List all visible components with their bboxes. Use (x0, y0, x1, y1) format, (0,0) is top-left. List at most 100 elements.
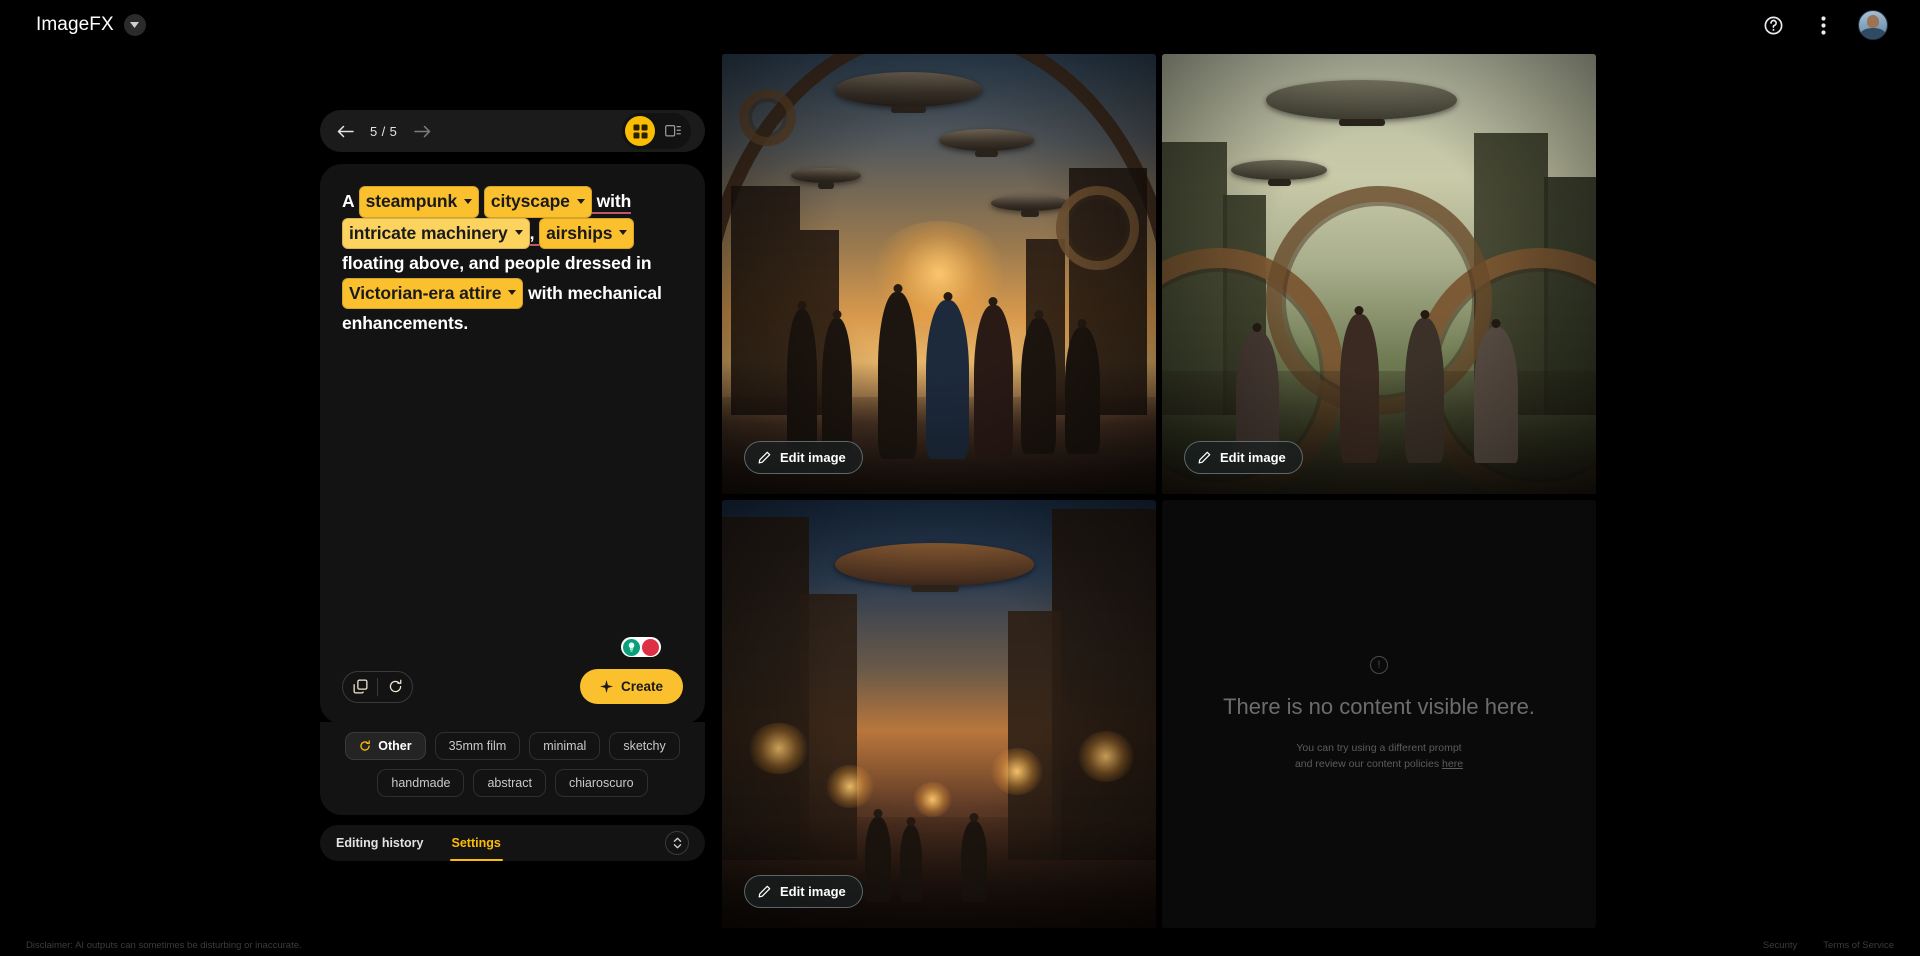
view-toggle-group (622, 113, 691, 149)
prompt-plain-8: floating above, and people dressed in (342, 253, 652, 273)
bottom-tab-bar: Editing history Settings (320, 825, 705, 861)
prompt-chip-victorian-era-attire[interactable]: Victorian-era attire (342, 277, 524, 309)
tab-settings[interactable]: Settings (449, 825, 504, 861)
content-policies-link[interactable]: here (1442, 758, 1463, 770)
help-circle-icon[interactable] (1758, 10, 1788, 40)
sparkle-icon (599, 680, 613, 693)
pencil-icon (758, 885, 771, 898)
style-chip-label: sketchy (623, 739, 666, 753)
chip-label: Victorian-era attire (349, 282, 502, 303)
style-chip-abstract[interactable]: abstract (473, 769, 546, 797)
edit-image-label: Edit image (780, 884, 846, 899)
chip-label: cityscape (490, 191, 570, 211)
pencil-icon (758, 451, 771, 464)
blob-icon (642, 638, 659, 656)
arrow-right-icon[interactable] (411, 120, 433, 142)
alert-circle-icon: ! (1370, 656, 1388, 674)
footer-links: Security Terms of Service (1763, 940, 1894, 951)
expand-collapse-icon[interactable] (665, 831, 689, 855)
style-chip-other[interactable]: Other (345, 732, 426, 760)
style-chip-label: handmade (391, 776, 451, 790)
chevron-down-icon[interactable] (464, 198, 473, 204)
gallery-tile-4-empty: ! There is no content visible here. You … (1162, 500, 1596, 928)
avatar[interactable] (1858, 10, 1888, 40)
prompt-counter: 5 / 5 (370, 123, 398, 139)
chevron-down-icon[interactable] (619, 230, 628, 236)
vignette (722, 54, 1156, 494)
style-chip-handmade[interactable]: handmade (377, 769, 465, 797)
prompt-text[interactable]: A steampunk cityscape with intricate mac… (342, 186, 683, 338)
copy-icon[interactable] (343, 672, 377, 702)
chevron-down-icon[interactable] (514, 230, 523, 236)
imagefx-app: ImageFX 5 / 5 A steampunk cityscape with… (0, 0, 1920, 956)
empty-state-line2: and review our content policies (1294, 758, 1443, 770)
prompt-plain-6: , (529, 222, 540, 246)
prompt-chip-cityscape[interactable]: cityscape (483, 186, 592, 218)
more-vertical-icon[interactable] (1808, 10, 1838, 40)
chevron-down-icon[interactable] (576, 198, 585, 204)
brand[interactable]: ImageFX (36, 14, 146, 36)
edit-image-label: Edit image (1220, 450, 1286, 465)
prompt-nav-bar: 5 / 5 (320, 110, 705, 152)
chip-label: steampunk (365, 191, 458, 211)
empty-state-subtitle: You can try using a different prompt and… (1295, 740, 1463, 772)
prompt-panel: 5 / 5 A steampunk cityscape with intrica… (320, 110, 705, 861)
chevron-down-icon[interactable] (123, 14, 146, 36)
edit-image-button-3[interactable]: Edit image (744, 875, 863, 908)
style-chip-label: 35mm film (448, 739, 507, 753)
style-chip-chiaroscuro[interactable]: chiaroscuro (554, 769, 648, 797)
app-footer: Disclaimer: AI outputs can sometimes be … (0, 934, 1920, 956)
style-chip-list: Other 35mm film minimal sketchy handmade… (320, 722, 705, 815)
style-chip-label: minimal (543, 739, 587, 753)
vignette (1162, 54, 1596, 494)
safety-toggle[interactable] (621, 637, 661, 657)
chip-label: intricate machinery (349, 222, 508, 243)
empty-state: ! There is no content visible here. You … (1162, 500, 1596, 928)
tab-label: Editing history (336, 836, 424, 850)
create-button-label: Create (620, 679, 663, 694)
tab-editing-history[interactable]: Editing history (336, 825, 424, 861)
style-chip-label: abstract (487, 776, 532, 790)
edit-image-button-1[interactable]: Edit image (744, 441, 863, 474)
prompt-card[interactable]: A steampunk cityscape with intricate mac… (320, 164, 705, 724)
chip-label: airships (546, 222, 613, 243)
tab-label: Settings (451, 836, 501, 850)
refresh-icon[interactable] (378, 672, 412, 702)
chevron-down-icon[interactable] (508, 290, 517, 296)
pencil-icon (1198, 451, 1211, 464)
vignette (722, 500, 1156, 928)
empty-state-title: There is no content visible here. (1223, 694, 1535, 719)
prompt-chip-intricate-machinery[interactable]: intricate machinery (342, 217, 530, 249)
image-gallery: Edit image Edit image Edit image ! There… (722, 54, 1598, 928)
gallery-tile-1[interactable]: Edit image (722, 54, 1156, 494)
prompt-plain-0: A (342, 191, 359, 211)
footer-terms-link[interactable]: Terms of Service (1823, 940, 1894, 951)
edit-image-button-2[interactable]: Edit image (1184, 441, 1303, 474)
lightbulb-icon (623, 638, 640, 656)
arrow-left-icon[interactable] (334, 120, 356, 142)
prompt-chip-airships[interactable]: airships (539, 217, 635, 249)
prompt-action-row: Create (342, 669, 683, 724)
gallery-tile-2[interactable]: Edit image (1162, 54, 1596, 494)
header-actions (1758, 10, 1900, 40)
create-button[interactable]: Create (579, 669, 683, 704)
style-chip-sketchy[interactable]: sketchy (609, 732, 680, 760)
prompt-footer: Create (342, 637, 683, 724)
style-chip-label: chiaroscuro (568, 776, 634, 790)
refresh-icon (360, 740, 371, 751)
prompt-plain-4: with (591, 191, 631, 214)
grid-view-icon[interactable] (625, 116, 655, 146)
edit-image-label: Edit image (780, 450, 846, 465)
footer-disclaimer: Disclaimer: AI outputs can sometimes be … (26, 939, 302, 951)
prompt-mini-actions (342, 670, 413, 703)
style-chip-minimal[interactable]: minimal (529, 732, 601, 760)
style-chip-35mm-film[interactable]: 35mm film (434, 732, 521, 760)
footer-security-link[interactable]: Security (1763, 940, 1797, 951)
gallery-tile-3[interactable]: Edit image (722, 500, 1156, 928)
app-title: ImageFX (36, 14, 114, 35)
style-chip-label: Other (378, 739, 412, 753)
prompt-chip-steampunk[interactable]: steampunk (358, 186, 480, 218)
app-header: ImageFX (0, 0, 1920, 50)
empty-state-line1: You can try using a different prompt (1296, 742, 1462, 754)
detail-view-icon[interactable] (658, 116, 688, 146)
